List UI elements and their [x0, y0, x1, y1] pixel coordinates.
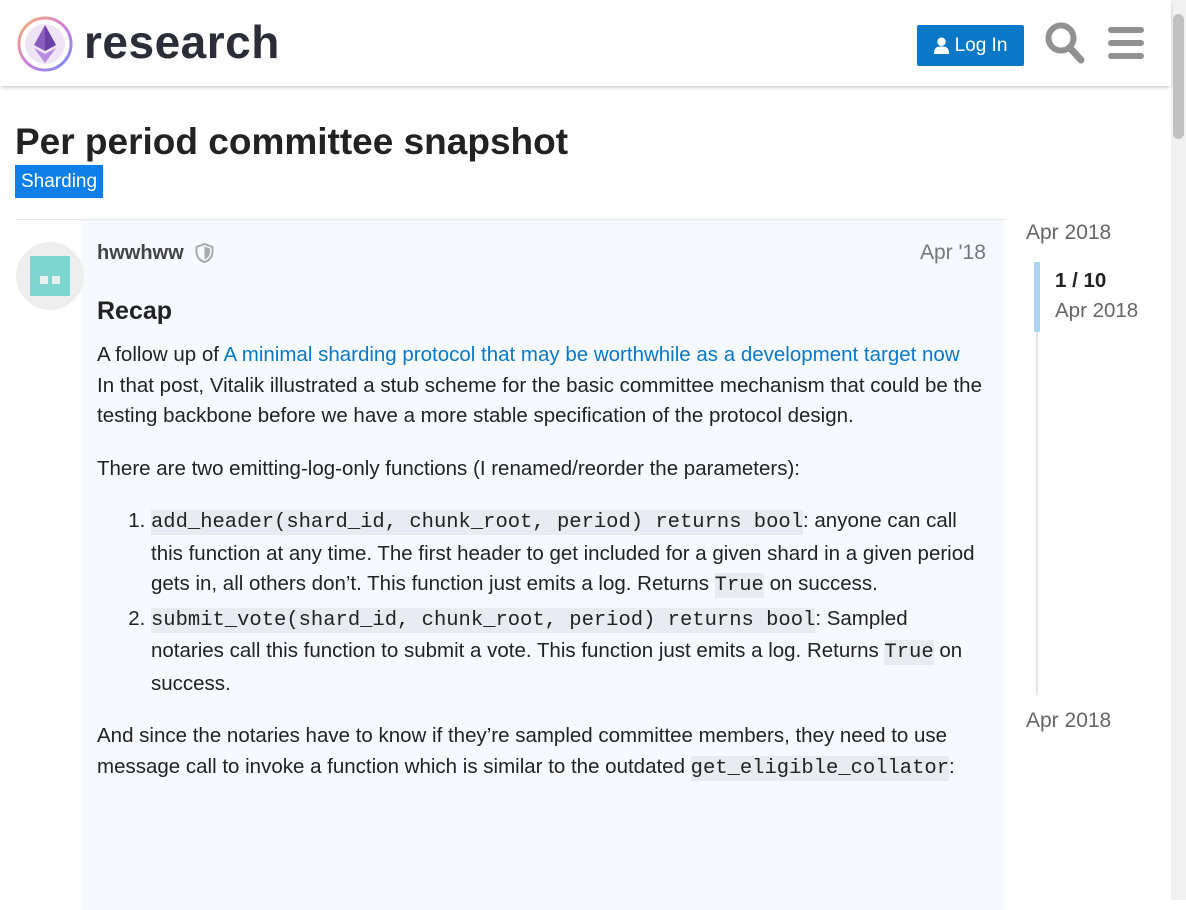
intro-link[interactable]: A minimal sharding protocol that may be …: [224, 343, 960, 366]
notaries-paragraph: And since the notaries have to know if t…: [97, 721, 982, 784]
category-badge[interactable]: Sharding: [15, 165, 104, 198]
post-date[interactable]: Apr '18: [920, 240, 986, 266]
intro-prefix: A follow up of: [97, 343, 224, 366]
site-header: research Log In: [0, 0, 1171, 86]
research-logo-icon[interactable]: [16, 15, 74, 73]
site-name[interactable]: research: [84, 14, 280, 70]
search-icon[interactable]: [1045, 22, 1085, 64]
post-username[interactable]: hwwhww: [97, 240, 184, 266]
list-item-text: on success.: [763, 572, 878, 595]
list-item: submit_vote(shard_id, chunk_root, period…: [151, 604, 982, 700]
avatar[interactable]: [16, 242, 84, 310]
login-button[interactable]: Log In: [917, 25, 1024, 66]
intro-paragraph: A follow up of A minimal sharding protoc…: [97, 340, 982, 432]
timeline-position: 1 / 10: [1055, 269, 1107, 292]
scrollbar-thumb[interactable]: [1173, 14, 1184, 139]
timeline-start-date[interactable]: Apr 2018: [1026, 220, 1111, 246]
page-scrollbar[interactable]: [1171, 0, 1186, 900]
code-snippet: get_eligible_collator: [690, 755, 950, 781]
shield-icon: [195, 243, 214, 263]
post-content: Recap A follow up of A minimal sharding …: [97, 292, 982, 806]
intro-rest: In that post, Vitalik illustrated a stub…: [97, 373, 982, 428]
code-snippet: submit_vote(shard_id, chunk_root, period…: [151, 607, 816, 633]
login-label: Log In: [954, 34, 1008, 56]
hamburger-menu-icon[interactable]: [1108, 26, 1144, 60]
code-snippet: True: [714, 573, 764, 598]
functions-list: add_header(shard_id, chunk_root, period)…: [97, 506, 982, 699]
timeline-handle[interactable]: [1034, 262, 1040, 332]
topic-title[interactable]: Per period committee snapshot: [15, 120, 568, 164]
timeline-end-date[interactable]: Apr 2018: [1026, 708, 1111, 734]
notaries-end: :: [949, 754, 955, 778]
code-snippet: True: [884, 640, 934, 665]
user-icon: [933, 37, 949, 54]
functions-intro: There are two emitting-log-only function…: [97, 456, 801, 480]
list-item: add_header(shard_id, chunk_root, period)…: [151, 506, 982, 602]
post-heading: Recap: [97, 297, 173, 325]
timeline-current-date: Apr 2018: [1055, 299, 1139, 322]
code-snippet: add_header(shard_id, chunk_root, period)…: [151, 510, 804, 535]
